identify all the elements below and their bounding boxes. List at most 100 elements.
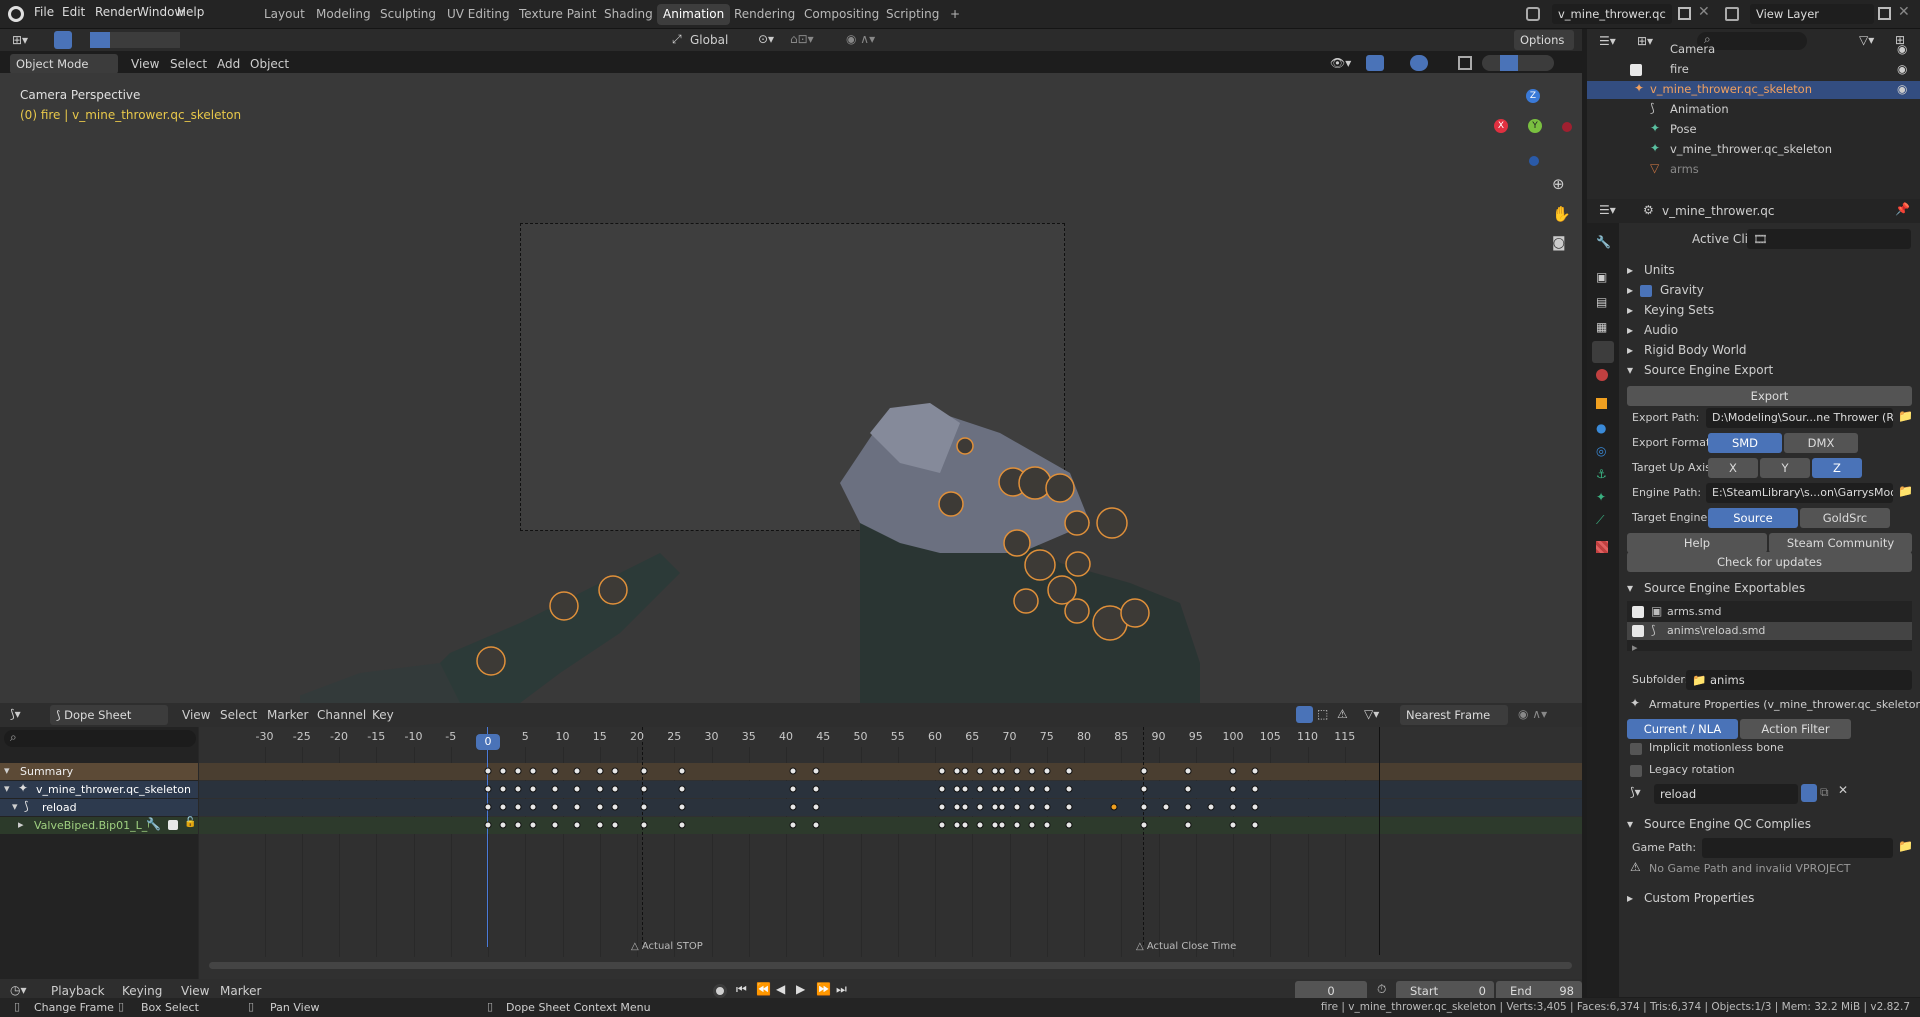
dope-sheet-mode[interactable]: ⟆ Dope Sheet: [50, 705, 168, 725]
keyframe[interactable]: [1043, 767, 1051, 775]
scene-tab-icon[interactable]: [1592, 341, 1614, 363]
jump-prev-keyframe-icon[interactable]: ⏪: [756, 982, 771, 996]
keyframe[interactable]: [961, 785, 969, 793]
engine-source-button[interactable]: Source: [1708, 508, 1798, 528]
keyframe[interactable]: [1013, 803, 1021, 811]
select-mode-icons[interactable]: [90, 32, 180, 48]
world-tab-icon[interactable]: [1596, 369, 1608, 381]
keyframe[interactable]: [1140, 821, 1148, 829]
scene-icon[interactable]: [1526, 7, 1540, 21]
game-path-field[interactable]: [1702, 838, 1893, 858]
exportable-checkbox[interactable]: [1632, 606, 1644, 618]
horizontal-scrollbar[interactable]: [209, 962, 1572, 969]
lock-icon[interactable]: 🔓: [184, 817, 196, 828]
preview-range-icon[interactable]: ⏱: [1377, 982, 1386, 997]
keyframe[interactable]: [596, 767, 604, 775]
outliner-row-armature-data[interactable]: ✦ v_mine_thrower.qc_skeleton: [1587, 141, 1920, 159]
keyframe[interactable]: [573, 767, 581, 775]
eye-icon[interactable]: ◉: [1897, 42, 1907, 56]
nav-gizmo-neg-x[interactable]: [1562, 122, 1572, 132]
keyframe[interactable]: [514, 803, 522, 811]
keyframe[interactable]: [499, 785, 507, 793]
keyframe[interactable]: [678, 821, 686, 829]
dope-sheet-editor-icon[interactable]: ⟆▾: [10, 707, 21, 721]
exportable-item[interactable]: ▣ arms.smd: [1627, 603, 1912, 621]
options-button[interactable]: Options: [1514, 30, 1574, 50]
keyframe[interactable]: [938, 785, 946, 793]
view-layer-tab-icon[interactable]: ▦: [1596, 320, 1607, 334]
timeline-menu-keying[interactable]: Keying: [122, 984, 162, 998]
subfolder-field[interactable]: 📁 anims: [1686, 670, 1912, 690]
check-updates-button[interactable]: Check for updates: [1627, 552, 1912, 572]
proportional-icon[interactable]: ◉ ∧▾: [1518, 707, 1547, 721]
keyframe[interactable]: [976, 821, 984, 829]
keyframe[interactable]: [640, 785, 648, 793]
legacy-rotation-checkbox[interactable]: [1630, 765, 1642, 777]
errors-toggle-icon[interactable]: ⚠: [1337, 707, 1348, 721]
keyframe[interactable]: [596, 803, 604, 811]
keyframe[interactable]: [812, 785, 820, 793]
keyframe[interactable]: [573, 785, 581, 793]
keyframe[interactable]: [514, 785, 522, 793]
wrench-icon[interactable]: 🔧: [146, 817, 161, 831]
unlink-action-icon[interactable]: ✕: [1838, 783, 1848, 797]
select-tool-icon[interactable]: [54, 31, 72, 49]
keyframe[interactable]: [1140, 785, 1148, 793]
keyframe[interactable]: [812, 803, 820, 811]
active-clip-field[interactable]: 🎞: [1747, 229, 1911, 249]
close-scene-icon[interactable]: ✕: [1698, 4, 1710, 20]
eye-icon[interactable]: ◉: [1897, 82, 1907, 96]
keyframe[interactable]: [1028, 767, 1036, 775]
axis-y-button[interactable]: Y: [1760, 458, 1810, 478]
nav-gizmo-z-axis[interactable]: Z: [1526, 89, 1540, 103]
keyframe[interactable]: [484, 785, 492, 793]
keyframe[interactable]: [976, 785, 984, 793]
new-scene-icon[interactable]: [1678, 7, 1691, 20]
visibility-icon[interactable]: 👁▾: [1330, 56, 1351, 70]
axis-x-button[interactable]: X: [1708, 458, 1758, 478]
pin-icon[interactable]: 📌: [1895, 202, 1910, 216]
keyframe[interactable]: [551, 785, 559, 793]
panel-custom-properties[interactable]: ▸ Custom Properties: [1624, 889, 1914, 909]
play-icon[interactable]: ▶: [796, 982, 805, 996]
transform-orientation-icon[interactable]: ⤢: [672, 32, 682, 47]
keyframe[interactable]: [1229, 803, 1237, 811]
keyframe[interactable]: [1140, 803, 1148, 811]
keyframe[interactable]: [1065, 821, 1073, 829]
panel-source-engine-exportables[interactable]: ▾ Source Engine Exportables: [1624, 579, 1914, 599]
menu-help[interactable]: Help: [174, 5, 207, 19]
panel-units[interactable]: ▸ Units: [1624, 261, 1914, 281]
keyframe[interactable]: [1013, 785, 1021, 793]
playhead-line[interactable]: [487, 727, 488, 947]
list-expand-icon[interactable]: ▸: [1632, 641, 1638, 654]
tab-animation[interactable]: Animation: [657, 4, 731, 25]
keyframe[interactable]: [1184, 821, 1192, 829]
action-dropdown-icon[interactable]: ⟆▾: [1630, 785, 1641, 799]
keyframe[interactable]: [551, 821, 559, 829]
tab-action-filter[interactable]: Action Filter: [1740, 719, 1851, 739]
frame-ruler[interactable]: -30-25-20-15-10-505101520253035404550556…: [199, 727, 1582, 747]
zoom-icon[interactable]: ⊕: [1552, 175, 1565, 193]
nav-gizmo-x-axis[interactable]: X: [1494, 119, 1508, 133]
channel-object[interactable]: ▾ ✦ v_mine_thrower.qc_skeleton: [0, 781, 198, 798]
engine-goldsrc-button[interactable]: GoldSrc: [1800, 508, 1890, 528]
channel-mute-checkbox[interactable]: [168, 820, 178, 830]
tab-scripting[interactable]: Scripting: [880, 4, 945, 25]
keyframe[interactable]: [1229, 785, 1237, 793]
keyframe[interactable]: [938, 821, 946, 829]
steam-community-button[interactable]: Steam Community: [1769, 533, 1912, 553]
keyframe[interactable]: [1065, 785, 1073, 793]
keyframe[interactable]: [1065, 767, 1073, 775]
keyframe[interactable]: [1251, 803, 1259, 811]
keyframe[interactable]: [484, 767, 492, 775]
keyframe[interactable]: [596, 785, 604, 793]
jump-end-icon[interactable]: ⏭: [836, 982, 847, 997]
3d-viewport[interactable]: Camera Perspective (0) fire | v_mine_thr…: [0, 73, 1582, 703]
keyframe[interactable]: [789, 785, 797, 793]
viewport-menu-add[interactable]: Add: [217, 57, 240, 71]
keyframe[interactable]: [1043, 785, 1051, 793]
format-smd-button[interactable]: SMD: [1708, 433, 1782, 453]
folder-icon[interactable]: 📁: [1898, 484, 1913, 498]
engine-path-field[interactable]: E:\SteamLibrary\s...on\GarrysMod\bin\: [1706, 483, 1893, 503]
keyframe[interactable]: [1229, 821, 1237, 829]
